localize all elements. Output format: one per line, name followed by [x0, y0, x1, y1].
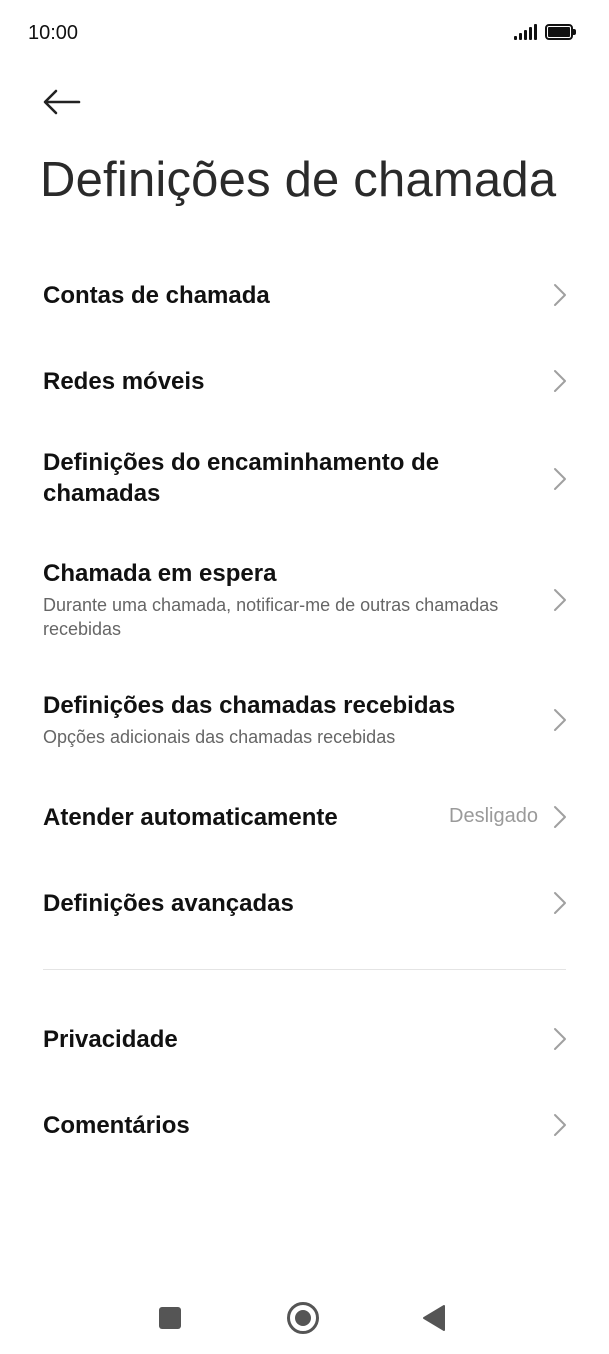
status-bar: 10:00 — [0, 0, 609, 70]
page-title: Definições de chamada — [40, 153, 557, 207]
item-text: Contas de chamada — [43, 280, 513, 311]
signal-icon — [514, 24, 537, 40]
settings-item-chamada-em-espera[interactable]: Chamada em espera Durante uma chamada, n… — [0, 556, 609, 646]
item-title: Privacidade — [43, 1026, 178, 1053]
item-title: Definições das chamadas recebidas — [43, 692, 456, 719]
item-subtitle: Durante uma chamada, notificar-me de out… — [43, 595, 499, 639]
chevron-right-icon — [554, 370, 566, 392]
item-text: Atender automaticamente — [43, 802, 513, 833]
settings-item-chamadas-recebidas[interactable]: Definições das chamadas recebidas Opções… — [0, 688, 609, 752]
recents-square-icon — [159, 1307, 181, 1329]
chevron-right-icon — [554, 892, 566, 914]
item-title: Chamada em espera — [43, 560, 277, 587]
item-title: Comentários — [43, 1112, 190, 1139]
home-button[interactable] — [283, 1298, 323, 1338]
arrow-left-icon — [43, 89, 81, 115]
settings-item-contas-de-chamada[interactable]: Contas de chamada — [0, 272, 609, 318]
settings-item-atender-automaticamente[interactable]: Atender automaticamente Desligado — [0, 794, 609, 840]
chevron-right-icon — [554, 468, 566, 490]
back-triangle-icon — [423, 1305, 445, 1331]
settings-item-privacidade[interactable]: Privacidade — [0, 1016, 609, 1062]
item-title: Redes móveis — [43, 368, 205, 395]
item-text: Chamada em espera Durante uma chamada, n… — [43, 558, 513, 641]
home-circle-icon — [287, 1302, 319, 1334]
item-title: Definições avançadas — [43, 890, 294, 917]
divider — [43, 969, 566, 970]
item-text: Redes móveis — [43, 366, 513, 397]
item-text: Definições avançadas — [43, 888, 513, 919]
chevron-right-icon — [554, 589, 566, 611]
chevron-right-icon — [554, 709, 566, 731]
item-text: Privacidade — [43, 1024, 513, 1055]
chevron-right-icon — [554, 284, 566, 306]
settings-item-definicoes-avancadas[interactable]: Definições avançadas — [0, 880, 609, 926]
settings-item-encaminhamento[interactable]: Definições do encaminhamento de chamadas — [0, 445, 609, 515]
item-text: Definições das chamadas recebidas Opções… — [43, 690, 513, 749]
settings-item-comentarios[interactable]: Comentários — [0, 1102, 609, 1148]
chevron-right-icon — [554, 1028, 566, 1050]
chevron-right-icon — [554, 1114, 566, 1136]
item-title: Definições do encaminhamento de chamadas — [43, 449, 440, 507]
back-nav-button[interactable] — [414, 1298, 454, 1338]
back-button[interactable] — [36, 80, 88, 124]
chevron-right-icon — [554, 806, 566, 828]
item-text: Definições do encaminhamento de chamadas — [43, 447, 513, 509]
recents-button[interactable] — [150, 1298, 190, 1338]
settings-item-redes-moveis[interactable]: Redes móveis — [0, 358, 609, 404]
status-time: 10:00 — [28, 22, 79, 44]
item-text: Comentários — [43, 1110, 513, 1141]
item-title: Atender automaticamente — [43, 804, 338, 831]
item-title: Contas de chamada — [43, 282, 270, 309]
item-subtitle: Opções adicionais das chamadas recebidas — [43, 727, 396, 747]
status-value: Desligado — [449, 805, 538, 827]
navigation-bar — [0, 1280, 609, 1354]
battery-icon — [545, 24, 577, 40]
status-icons — [514, 24, 577, 40]
